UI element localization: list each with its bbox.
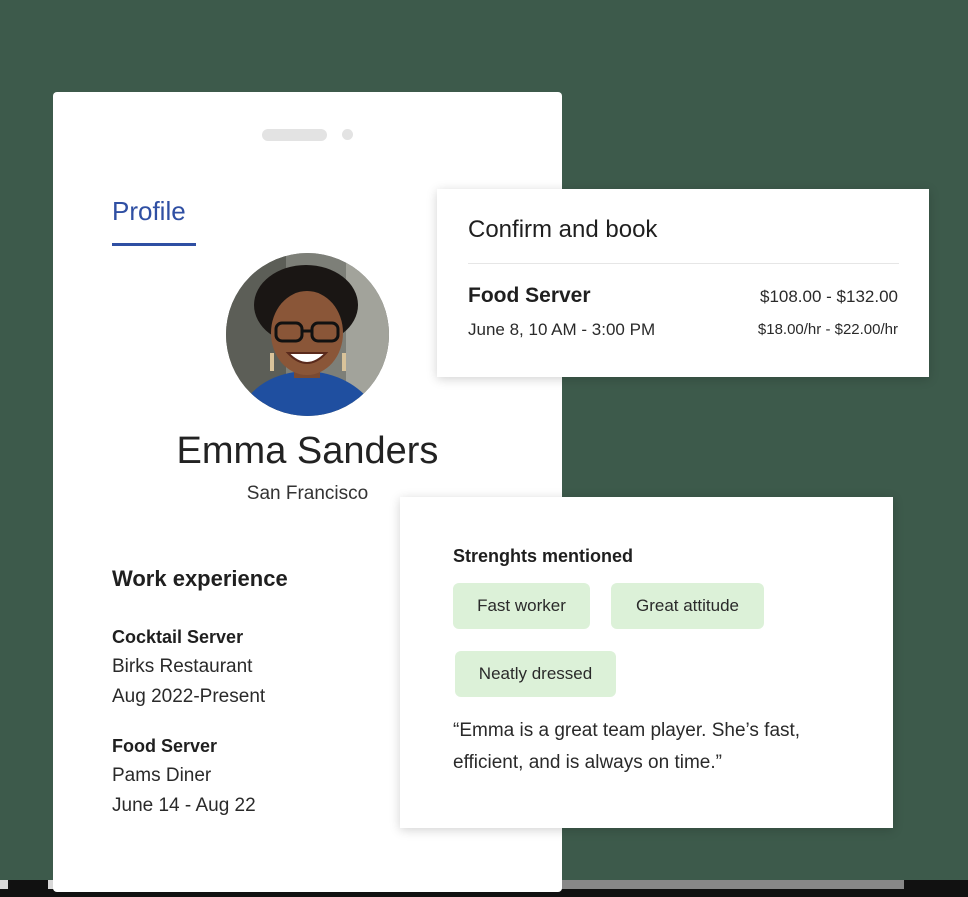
confirm-book-card: Confirm and book Food Server June 8, 10 … <box>437 189 929 377</box>
job-period: June 14 - Aug 22 <box>112 795 256 816</box>
job-employer: Pams Diner <box>112 765 212 786</box>
booking-hourly-rate: $18.00/hr - $22.00/hr <box>757 321 898 338</box>
strip-highlight <box>0 880 8 889</box>
review-quote: “Emma is a great team player. She’s fast… <box>453 720 801 773</box>
job-period: Aug 2022-Present <box>112 686 266 707</box>
job-title: Cocktail Server <box>112 627 244 647</box>
avatar <box>226 253 389 416</box>
strength-chip: Neatly dressed <box>455 651 616 697</box>
strength-chip: Great attitude <box>611 583 764 629</box>
booking-total-price: $108.00 - $132.00 <box>759 287 898 306</box>
strengths-card: Strenghts mentioned Fast worker Great at… <box>400 497 893 828</box>
job-title: Food Server <box>112 736 218 756</box>
work-experience-heading: Work experience <box>112 566 288 591</box>
work-item: Food Server Pams Diner June 14 - Aug 22 <box>112 731 256 821</box>
confirm-title: Confirm and book <box>468 216 658 243</box>
tab-active-indicator <box>112 243 196 246</box>
booking-date: June 8, 10 AM - 3:00 PM <box>468 320 656 339</box>
work-item: Cocktail Server Birks Restaurant Aug 202… <box>112 622 265 712</box>
divider <box>468 263 899 264</box>
phone-camera <box>342 129 353 140</box>
phone-speaker <box>262 129 327 141</box>
strength-chip: Fast worker <box>453 583 590 629</box>
profile-name: Emma Sanders <box>176 430 439 472</box>
booking-role: Food Server <box>468 284 591 307</box>
strengths-title: Strenghts mentioned <box>453 546 634 566</box>
job-employer: Birks Restaurant <box>112 656 253 677</box>
tab-profile[interactable]: Profile <box>112 196 186 227</box>
